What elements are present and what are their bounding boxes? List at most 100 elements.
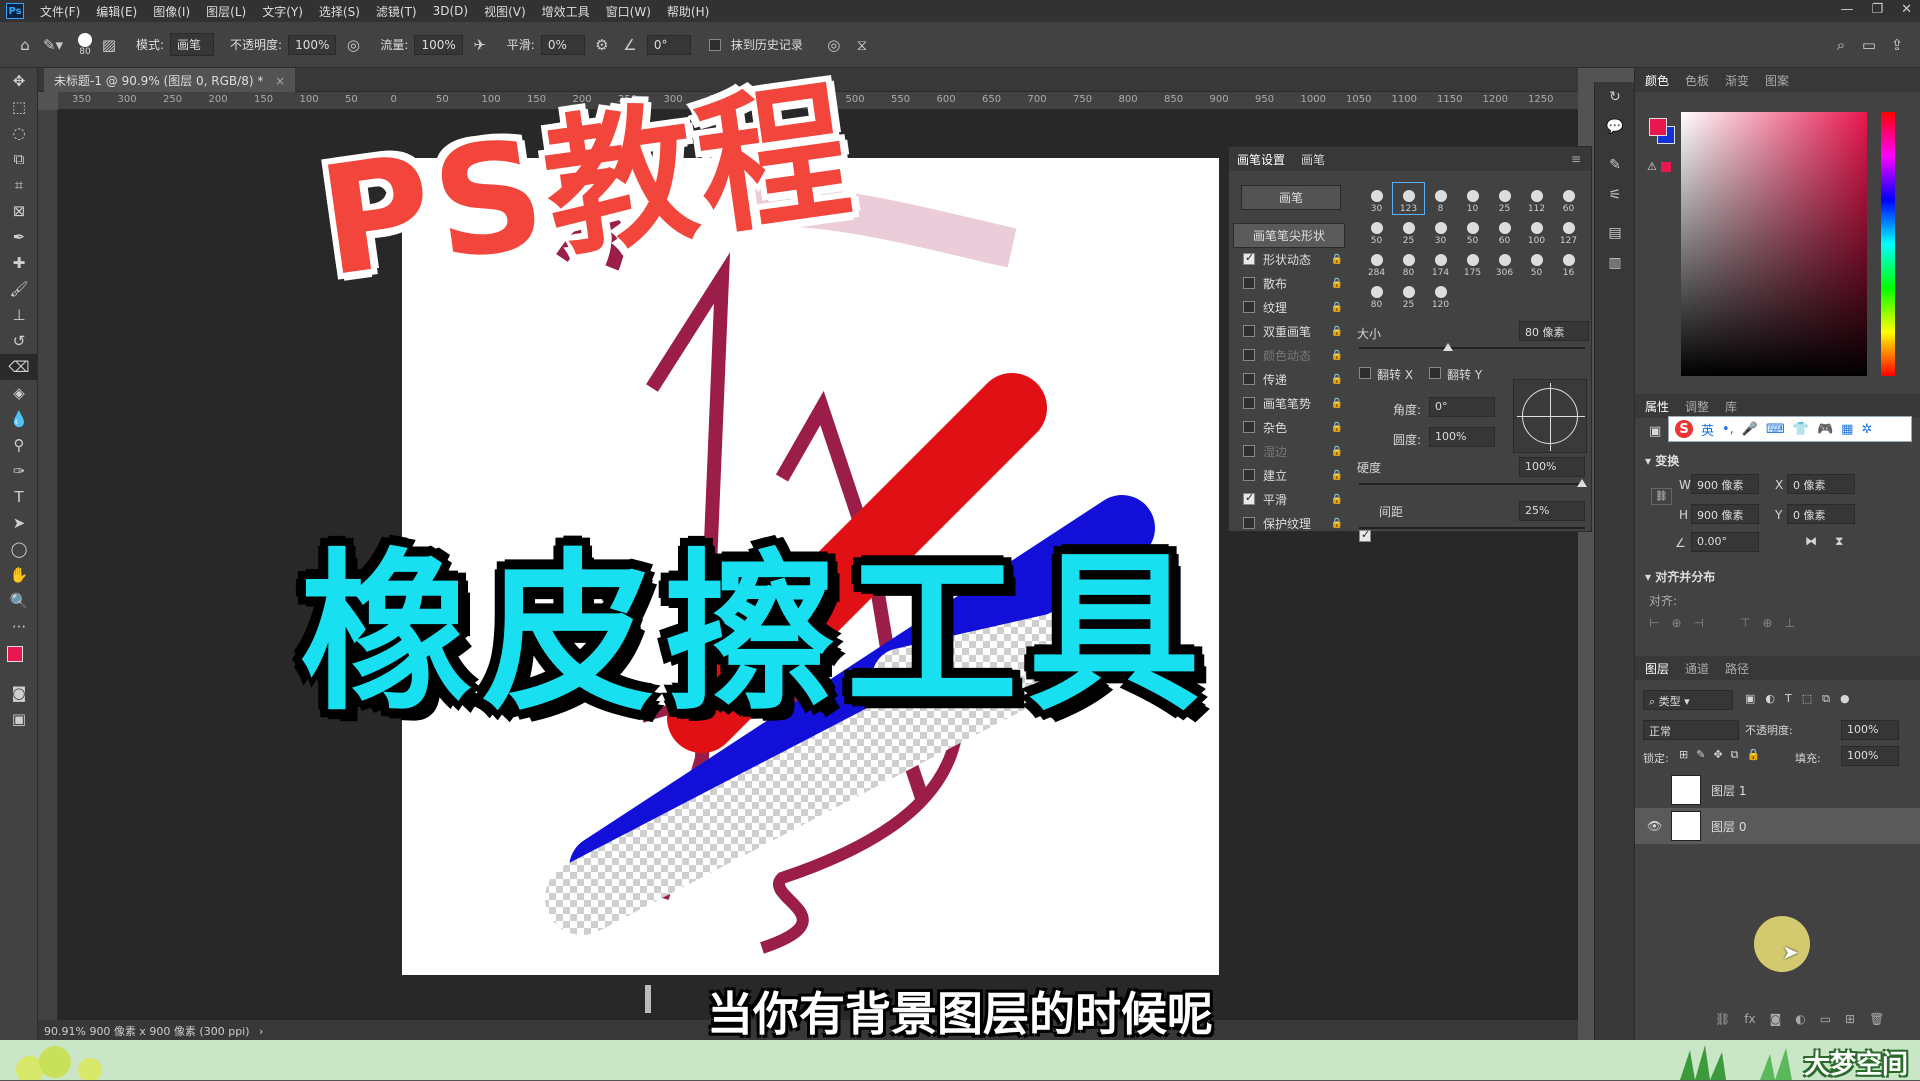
tab-libraries[interactable]: 库 <box>1725 398 1737 415</box>
quick-mask-icon[interactable]: ◙ <box>0 680 38 706</box>
restore-icon[interactable]: ❐ <box>1871 2 1883 17</box>
lock-position-icon[interactable]: ✥ <box>1713 748 1722 762</box>
lock-icon[interactable]: 🔒 <box>1331 254 1343 265</box>
brush-option-checkbox[interactable] <box>1243 445 1255 457</box>
lock-icon[interactable]: 🔒 <box>1331 470 1343 481</box>
lock-transparent-icon[interactable]: ⊞ <box>1679 748 1688 762</box>
ime-keyboard-icon[interactable]: ⌨ <box>1766 422 1785 437</box>
tab-channels[interactable]: 通道 <box>1685 660 1709 677</box>
move-tool-icon[interactable]: ✥ <box>0 68 38 94</box>
hue-slider[interactable] <box>1881 112 1895 376</box>
brush-option-row[interactable]: 纹理 🔒 <box>1229 295 1343 319</box>
brush-preset[interactable]: 50 <box>1457 215 1488 246</box>
color-foreground-swatch[interactable] <box>1649 118 1667 136</box>
angle-input[interactable]: 0° <box>1429 397 1495 417</box>
ime-skin-icon[interactable]: 👕 <box>1793 422 1809 437</box>
mode-select[interactable]: 画笔 <box>170 33 215 56</box>
brush-preset[interactable]: 8 <box>1425 183 1456 214</box>
paint-bucket-tool-icon[interactable]: ◈ <box>0 380 38 406</box>
ime-language-toggle[interactable]: 英 <box>1701 420 1714 439</box>
layer-filter-select[interactable]: ⌕ 类型 ▾ <box>1643 690 1733 710</box>
tab-patterns[interactable]: 图案 <box>1765 72 1789 89</box>
tab-brushes[interactable]: 画笔 <box>1301 151 1325 168</box>
size-slider-track[interactable] <box>1359 347 1585 349</box>
brush-settings-toggle-icon[interactable]: ▨ <box>98 36 120 54</box>
hand-tool-icon[interactable]: ✋ <box>0 562 38 588</box>
brush-preset[interactable]: 25 <box>1393 215 1424 246</box>
lock-icon[interactable]: 🔒 <box>1331 374 1343 385</box>
tab-paths[interactable]: 路径 <box>1725 660 1749 677</box>
minimize-icon[interactable]: — <box>1840 2 1853 17</box>
ime-settings-icon[interactable]: ✲ <box>1861 422 1872 437</box>
notes-panel-icon[interactable]: ▥ <box>1595 248 1635 278</box>
brush-option-checkbox[interactable] <box>1243 397 1255 409</box>
ime-punctuation-icon[interactable]: •, <box>1722 422 1734 437</box>
dodge-tool-icon[interactable]: ⚲ <box>0 432 38 458</box>
brush-option-row[interactable]: 形状动态 🔒 <box>1229 247 1343 271</box>
brush-preset[interactable]: 50 <box>1521 247 1552 278</box>
brush-option-checkbox[interactable] <box>1243 251 1255 265</box>
align-center-v-icon[interactable]: ⊕ <box>1762 616 1772 630</box>
lock-pixels-icon[interactable]: ✎ <box>1696 748 1705 762</box>
layer-opacity-input[interactable]: 100% <box>1841 720 1899 740</box>
comments-panel-icon[interactable]: 💬 <box>1595 112 1635 142</box>
filter-type-icon[interactable]: T <box>1785 692 1792 706</box>
flip-vertical-icon[interactable]: ⧗ <box>1835 534 1843 549</box>
rotate-input[interactable]: 0.00° <box>1691 532 1759 552</box>
share-icon[interactable]: ⇪ <box>1886 36 1908 54</box>
airbrush-icon[interactable]: ✈ <box>469 36 491 54</box>
panel-menu-icon[interactable]: ≡ <box>1571 152 1581 166</box>
tab-swatches[interactable]: 色板 <box>1685 72 1709 89</box>
brush-option-row[interactable]: 保护纹理 🔒 <box>1229 511 1343 535</box>
menu-3d[interactable]: 3D(D) <box>425 4 476 18</box>
filter-pixel-icon[interactable]: ▣ <box>1745 692 1755 706</box>
frame-tool-icon[interactable]: ⊠ <box>0 198 38 224</box>
ellipse-tool-icon[interactable]: ◯ <box>0 536 38 562</box>
healing-brush-tool-icon[interactable]: ✚ <box>0 250 38 276</box>
crop-tool-icon[interactable]: ⌗ <box>0 172 38 198</box>
filter-smart-icon[interactable]: ⧉ <box>1822 692 1830 706</box>
brush-option-row[interactable]: 平滑 🔒 <box>1229 487 1343 511</box>
lock-icon[interactable]: 🔒 <box>1331 494 1343 505</box>
brush-option-checkbox[interactable] <box>1243 301 1255 313</box>
flip-horizontal-icon[interactable]: ⧓ <box>1805 534 1817 548</box>
brush-option-row[interactable]: 画笔笔势 🔒 <box>1229 391 1343 415</box>
brush-option-row[interactable]: 湿边 🔒 <box>1229 439 1343 463</box>
lock-icon[interactable]: 🔒 <box>1331 398 1343 409</box>
brush-option-checkbox[interactable] <box>1243 373 1255 385</box>
foreground-color-swatch[interactable] <box>7 646 23 662</box>
brushes-button[interactable]: 画笔 <box>1241 185 1341 210</box>
brush-option-checkbox[interactable] <box>1243 325 1255 337</box>
hardness-slider-track[interactable] <box>1359 483 1585 485</box>
brush-option-checkbox[interactable] <box>1243 469 1255 481</box>
brush-preset[interactable]: 30 <box>1361 183 1392 214</box>
brush-preset[interactable]: 120 <box>1425 279 1456 310</box>
brush-angle-preview[interactable] <box>1513 379 1587 453</box>
menu-select[interactable]: 选择(S) <box>311 3 368 20</box>
roundness-input[interactable]: 100% <box>1429 427 1495 447</box>
zoom-tool-icon[interactable]: 🔍 <box>0 588 38 614</box>
brush-option-checkbox[interactable] <box>1243 491 1255 505</box>
menu-window[interactable]: 窗口(W) <box>598 3 659 20</box>
ime-toolbox-icon[interactable]: ▦ <box>1841 422 1853 437</box>
lock-icon[interactable]: 🔒 <box>1331 278 1343 289</box>
align-section-title[interactable]: ▾ 对齐并分布 <box>1645 568 1715 585</box>
brush-tool-icon[interactable]: 🖌 <box>0 276 38 302</box>
tab-adjustments[interactable]: 调整 <box>1685 398 1709 415</box>
lock-icon[interactable]: 🔒 <box>1331 446 1343 457</box>
brush-option-row[interactable]: 杂色 🔒 <box>1229 415 1343 439</box>
close-tab-icon[interactable]: × <box>275 74 285 88</box>
color-swatches[interactable] <box>0 640 38 680</box>
blend-mode-select[interactable]: 正常 <box>1643 720 1739 740</box>
brush-preset[interactable]: 25 <box>1489 183 1520 214</box>
menu-view[interactable]: 视图(V) <box>476 3 534 20</box>
history-panel-icon[interactable]: ↻ <box>1595 82 1635 112</box>
type-tool-icon[interactable]: T <box>0 484 38 510</box>
brush-preset[interactable]: 16 <box>1553 247 1584 278</box>
flow-input[interactable]: 100% <box>414 34 463 55</box>
gear-icon[interactable]: ⚙ <box>591 36 613 54</box>
lock-icon[interactable]: 🔒 <box>1331 350 1343 361</box>
fill-input[interactable]: 100% <box>1841 746 1899 766</box>
history-brush-tool-icon[interactable]: ↺ <box>0 328 38 354</box>
layer-row[interactable]: 👁 图层 0 <box>1635 808 1920 844</box>
